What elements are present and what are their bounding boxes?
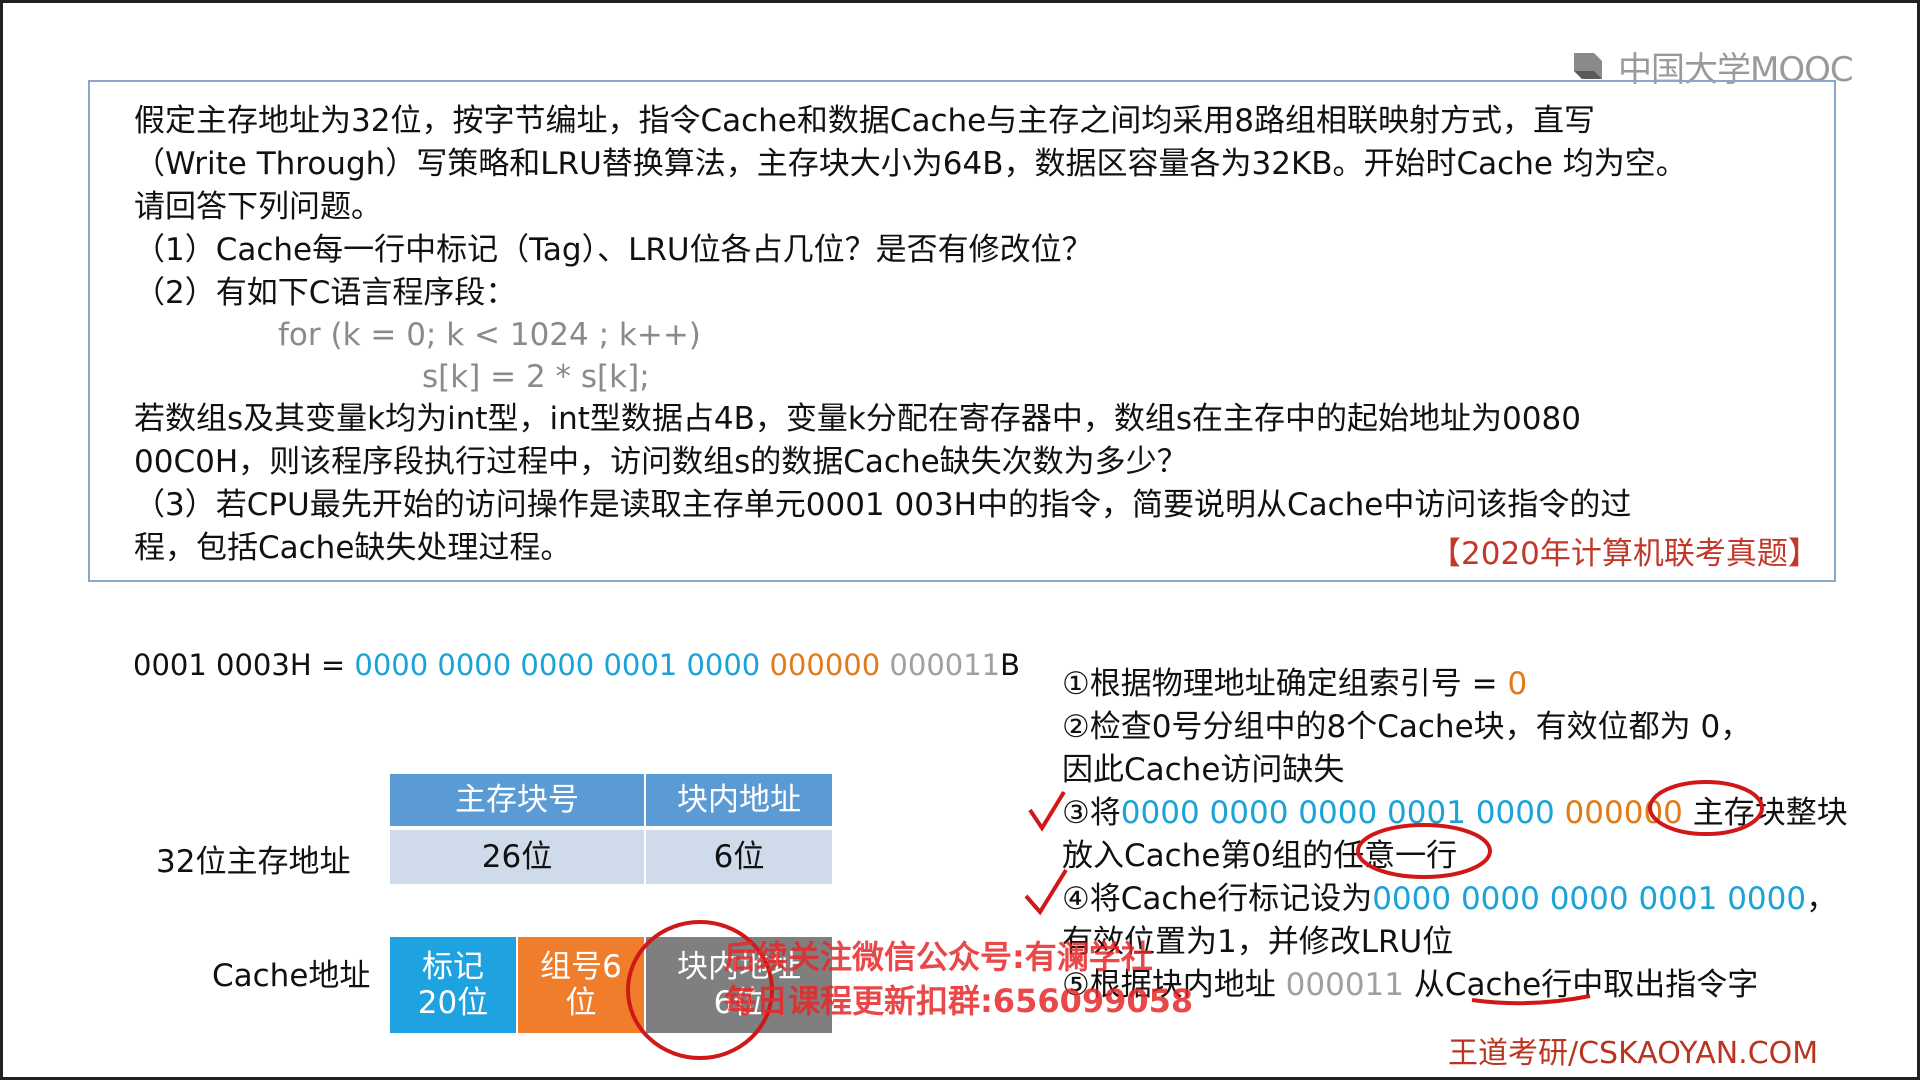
code-line: for (k = 0; k < 1024 ; k++) [278, 317, 701, 353]
cache-tag-field: 标记 20位 [390, 937, 516, 1033]
step-4: ④将Cache行标记设为0000 0000 0000 0001 0000， [1062, 881, 1838, 917]
cache-group-field: 组号6 位 [518, 937, 644, 1033]
footer-brand: 王道考研/CSKAOYAN.COM [1448, 1036, 1819, 1071]
address-group-bits: 000000 [769, 648, 881, 682]
exam-source: 【2020年计算机联考真题】 [1430, 536, 1819, 572]
address-breakdown: 0001 0003H = 0000 0000 0000 0001 0000 00… [133, 648, 1020, 682]
block-number-bits: 26位 [390, 830, 644, 884]
cache-address-label: Cache地址 [212, 958, 371, 994]
mooc-logo-icon [1574, 53, 1602, 79]
block-number-header: 主存块号 [390, 774, 644, 826]
step-1: ①根据物理地址确定组索引号 = 0 [1062, 666, 1528, 702]
step-3-cont: 放入Cache第0组的任意一行 [1062, 838, 1458, 874]
question-line: （1）Cache每一行中标记（Tag）、LRU位各占几位？是否有修改位？ [134, 232, 1093, 268]
question-line: （2）有如下C语言程序段： [134, 275, 517, 311]
question-line: 请回答下列问题。 [134, 189, 382, 225]
step-2-cont: 因此Cache访问缺失 [1062, 752, 1345, 788]
question-line: 程，包括Cache缺失处理过程。 [134, 530, 572, 566]
main-address-label: 32位主存地址 [156, 844, 351, 880]
address-prefix: 0001 0003H = [133, 648, 355, 682]
code-line: s[k] = 2 * s[k]; [422, 359, 650, 395]
address-offset-bits: 000011 [889, 648, 1001, 682]
step-3: ③将0000 0000 0000 0001 0000 000000 主存块整块 [1062, 795, 1848, 831]
watermark-line-2: 每日课程更新扣群:656099058 [724, 982, 1194, 1020]
question-line: 00C0H，则该程序段执行过程中，访问数组s的数据Cache缺失次数为多少？ [134, 444, 1188, 480]
step-2: ②检查0号分组中的8个Cache块，有效位都为 0， [1062, 709, 1752, 745]
block-offset-bits: 6位 [646, 830, 832, 884]
question-box: 假定主存地址为32位，按字节编址，指令Cache和数据Cache与主存之间均采用… [88, 80, 1836, 582]
block-offset-header: 块内地址 [646, 774, 832, 826]
question-line: 假定主存地址为32位，按字节编址，指令Cache和数据Cache与主存之间均采用… [134, 103, 1595, 139]
address-tag-bits: 0000 0000 0000 0001 0000 [354, 648, 761, 682]
address-suffix: B [1000, 648, 1021, 682]
question-line: （3）若CPU最先开始的访问操作是读取主存单元0001 003H中的指令，简要说… [134, 487, 1632, 523]
question-line: 若数组s及其变量k均为int型，int型数据占4B，变量k分配在寄存器中，数组s… [134, 401, 1581, 437]
question-line: （Write Through）写策略和LRU替换算法，主存块大小为64B，数据区… [134, 146, 1687, 182]
watermark-line-1: 后续关注微信公众号:有澜学社 [724, 938, 1153, 976]
